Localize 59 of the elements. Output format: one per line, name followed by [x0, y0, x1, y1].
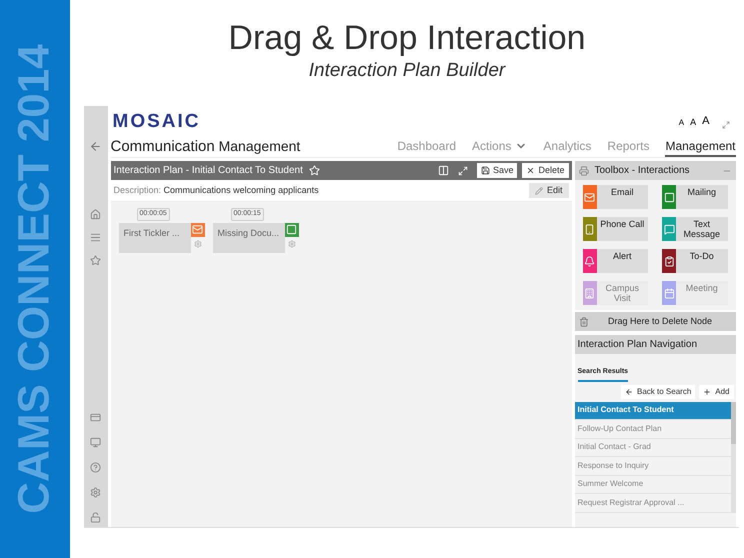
trash-icon: [578, 316, 588, 326]
navigation-title: Interaction Plan Navigation: [578, 338, 698, 352]
phone-icon: [584, 224, 595, 234]
edit-button[interactable]: Edit: [528, 183, 568, 198]
nav-tab[interactable]: Management: [665, 140, 736, 157]
font-size-button[interactable]: A: [702, 112, 710, 130]
plus-icon: [703, 388, 712, 396]
slide-subtitle: Interaction Plan Builder: [308, 59, 506, 83]
home-icon[interactable]: [90, 209, 101, 220]
toolbox-item[interactable]: Alert: [582, 249, 648, 273]
toolbox-title: Toolbox - Interactions: [594, 164, 690, 178]
columns-icon[interactable]: [438, 165, 449, 176]
delete-button[interactable]: Delete: [522, 163, 568, 178]
page-title: Communication Management: [110, 139, 300, 157]
conference-name: CAMS CONNECT 2014: [13, 44, 57, 514]
calendar-icon: [664, 288, 674, 298]
settings-icon[interactable]: [90, 487, 101, 498]
plan-list-item[interactable]: Initial Contact To Student: [574, 402, 730, 420]
square-icon: [664, 192, 674, 202]
bell-icon: [584, 256, 595, 266]
save-icon: [480, 166, 490, 175]
plan-title: Interaction Plan - Initial Contact To Student: [114, 164, 303, 178]
building-icon: [584, 288, 595, 298]
monitor-icon[interactable]: [90, 437, 101, 448]
toolbox-item[interactable]: Mailing: [662, 185, 728, 209]
settings-icon[interactable]: [288, 240, 296, 248]
back-icon: [625, 388, 634, 396]
back-to-search-button[interactable]: Back to Search: [621, 384, 696, 398]
chat-bubble-icon: [664, 224, 674, 234]
card-icon[interactable]: [90, 412, 101, 423]
unlocked-lock-icon[interactable]: [90, 512, 101, 523]
scrollbar[interactable]: [730, 402, 736, 512]
expand-icon[interactable]: [722, 121, 730, 130]
slide-title: Drag & Drop Interaction: [228, 18, 586, 58]
toolbox-item[interactable]: Text Message: [662, 217, 728, 241]
mosaic-logo: MOSAIC: [112, 112, 200, 130]
font-size-button[interactable]: A: [690, 116, 696, 130]
save-button[interactable]: Save: [476, 163, 518, 178]
toolbox-item[interactable]: Phone Call: [582, 217, 648, 241]
help-icon[interactable]: [90, 462, 101, 473]
pencil-icon: [534, 186, 543, 194]
favorite-star-icon[interactable]: [308, 165, 320, 176]
plan-node[interactable]: Missing Docu...: [212, 222, 284, 252]
add-button[interactable]: Add: [699, 384, 734, 398]
clipboard-icon: [664, 256, 674, 266]
back-icon[interactable]: [89, 140, 102, 153]
close-icon: [526, 166, 536, 175]
printer-icon: [578, 166, 588, 176]
font-size-button[interactable]: A: [678, 117, 684, 130]
envelope-icon: [584, 192, 595, 202]
toolbox-item[interactable]: Email: [582, 185, 648, 209]
delete-zone-label: Drag Here to Delete Node: [606, 314, 714, 328]
toolbox-item[interactable]: To-Do: [662, 249, 728, 273]
plan-node[interactable]: First Tickler ...: [118, 222, 190, 252]
star-icon[interactable]: [90, 255, 101, 266]
expand-icon[interactable]: [458, 166, 468, 176]
menu-icon[interactable]: [90, 232, 101, 243]
settings-icon[interactable]: [194, 240, 202, 248]
description-text: Description: Communications welcoming applicants: [114, 184, 319, 197]
